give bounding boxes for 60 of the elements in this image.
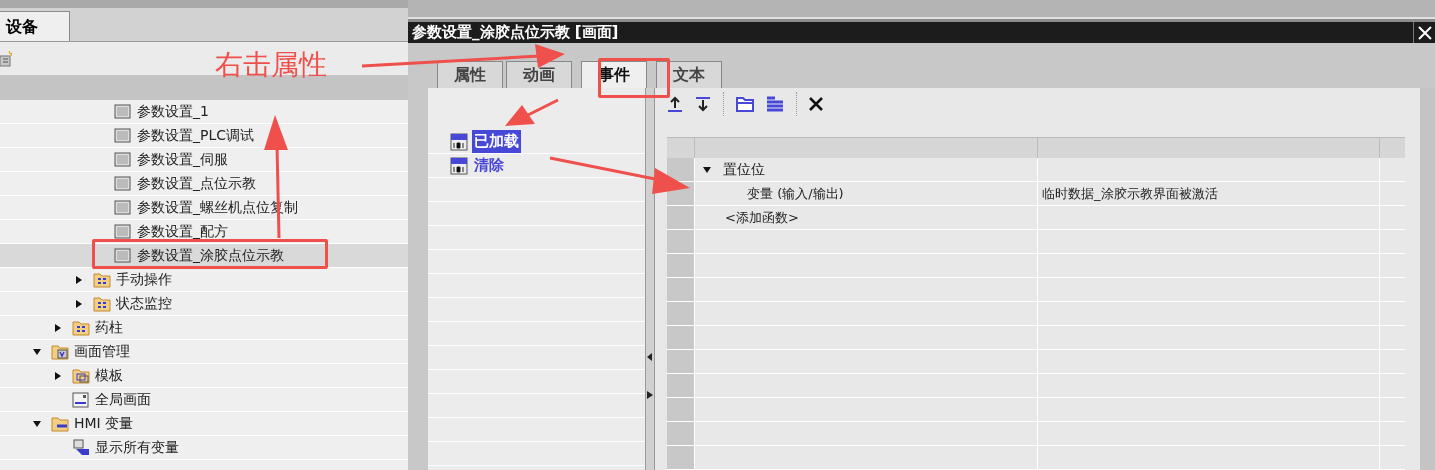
tree-item[interactable]: 状态监控: [0, 292, 408, 316]
close-button[interactable]: [1413, 22, 1435, 44]
folder-icon[interactable]: [736, 96, 754, 112]
list-icon[interactable]: [766, 96, 784, 112]
tree-item[interactable]: 模板: [0, 364, 408, 388]
tree-item[interactable]: 参数设置_涂胶点位示教: [0, 244, 408, 268]
expanded-arrow-icon[interactable]: [703, 165, 711, 174]
collapsed-arrow-icon[interactable]: [75, 299, 83, 308]
tab[interactable]: 文本: [656, 61, 722, 88]
collapse-left-icon[interactable]: [647, 353, 653, 361]
tags-icon: [72, 438, 90, 457]
expand-right-icon[interactable]: [647, 391, 653, 399]
screen-icon: [114, 246, 132, 265]
function-icon: [450, 132, 468, 151]
annotation-text: 右击属性: [215, 47, 327, 83]
screen-icon: [72, 390, 90, 409]
row-header[interactable]: [667, 158, 695, 181]
event-item[interactable]: 清除: [472, 154, 506, 177]
delete-icon[interactable]: [809, 97, 823, 111]
collapsed-arrow-icon[interactable]: [54, 371, 62, 380]
folder-icon: [93, 270, 111, 289]
tree-item[interactable]: 手动操作: [0, 268, 408, 292]
screen-icon: [114, 102, 132, 121]
screen-icon: [114, 150, 132, 169]
screen-icon: [114, 198, 132, 217]
tree-item[interactable]: HMI 变量: [0, 412, 408, 436]
move-down-icon[interactable]: [695, 96, 711, 112]
tree-item[interactable]: 全局画面: [0, 388, 408, 412]
tab[interactable]: 属性: [437, 61, 503, 88]
tree-item[interactable]: 画面管理: [0, 340, 408, 364]
collapsed-arrow-icon[interactable]: [54, 323, 62, 332]
screen-icon: [114, 222, 132, 241]
tree-item[interactable]: 参数设置_点位示教: [0, 172, 408, 196]
folder-icon: [51, 342, 69, 361]
folder-icon: [93, 294, 111, 313]
folder-icon: [72, 318, 90, 337]
tab[interactable]: 动画: [506, 61, 572, 88]
expanded-arrow-icon[interactable]: [33, 347, 41, 356]
parameter-value[interactable]: 临时数据_涂胶示教界面被激活: [1042, 183, 1218, 204]
parameter-name: 变量 (输入/输出): [747, 184, 844, 203]
event-item[interactable]: 已加载: [472, 130, 521, 153]
tree-item[interactable]: 参数设置_1: [0, 100, 408, 124]
tree-item[interactable]: 显示所有变量: [0, 436, 408, 460]
screen-icon: [114, 174, 132, 193]
function-icon: [450, 156, 468, 175]
dialog-title: 参数设置_涂胶点位示教 [画面]: [411, 22, 620, 44]
tree-item[interactable]: 药柱: [0, 316, 408, 340]
add-function-link[interactable]: <添加函数>: [725, 207, 799, 228]
collapsed-arrow-icon[interactable]: [75, 275, 83, 284]
devices-tab[interactable]: 设备: [0, 11, 70, 41]
function-name: 置位位: [723, 160, 765, 179]
folder-icon: [72, 366, 90, 385]
highlight-frame: [598, 58, 670, 98]
expanded-arrow-icon[interactable]: [33, 419, 41, 428]
add-device-icon[interactable]: [0, 49, 12, 68]
move-up-icon[interactable]: [667, 96, 683, 112]
arrow: [505, 98, 559, 126]
screen-icon: [114, 126, 132, 145]
folder-icon: [51, 414, 69, 433]
tree-item[interactable]: 参数设置_伺服: [0, 148, 408, 172]
